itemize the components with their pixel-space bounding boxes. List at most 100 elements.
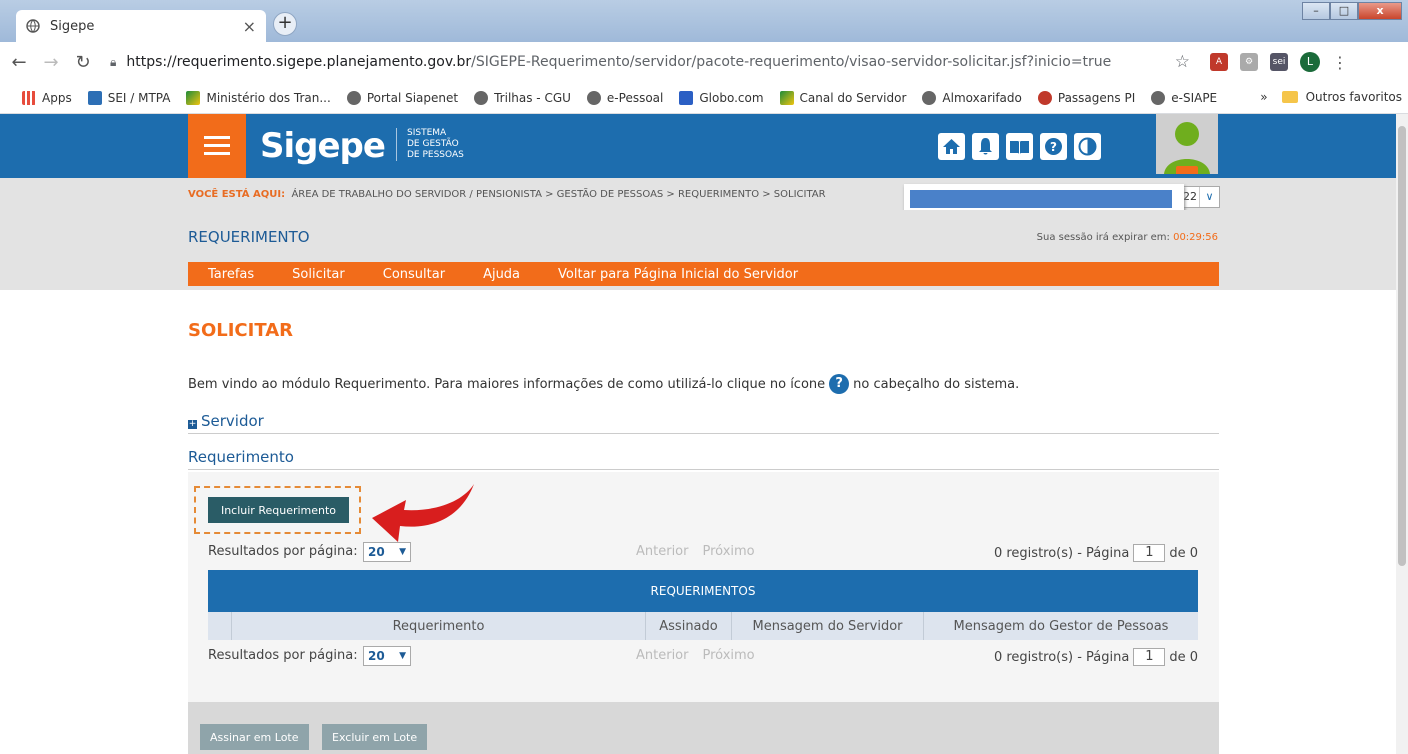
breadcrumb-path: ÁREA DE TRABALHO DO SERVIDOR / PENSIONIS…	[291, 189, 826, 200]
table-caption: REQUERIMENTOS	[208, 570, 1198, 612]
help-icon[interactable]: ?	[1040, 133, 1067, 160]
next-link[interactable]: Próximo	[702, 648, 754, 663]
bookmark-esiape[interactable]: e-SIAPE	[1151, 90, 1217, 105]
bookmark-passagens[interactable]: Passagens PI	[1037, 90, 1135, 105]
profile-select[interactable]: 22 ∨	[1180, 186, 1220, 208]
per-page-select[interactable]: 20 ▼	[363, 542, 411, 562]
new-tab-button[interactable]: +	[273, 12, 297, 36]
minimize-icon[interactable]: –	[1302, 2, 1330, 20]
menu-kebab-icon[interactable]: ⋮	[1332, 53, 1348, 72]
section-servidor[interactable]: + Servidor	[188, 412, 1219, 434]
settings-extension-icon[interactable]: ⚙	[1240, 53, 1258, 71]
include-button-highlight: Incluir Requerimento	[194, 486, 361, 534]
col-mensagem-servidor[interactable]: Mensagem do Servidor	[732, 612, 924, 640]
menu-solicitar[interactable]: Solicitar	[292, 267, 345, 282]
session-time: 00:29:56	[1173, 232, 1218, 243]
maximize-icon[interactable]: □	[1330, 2, 1358, 20]
bookmark-ministerio[interactable]: Ministério dos Tran...	[186, 90, 331, 105]
requerimento-panel: Incluir Requerimento Resultados por pági…	[188, 472, 1219, 702]
batch-actions-bar: Assinar em Lote Excluir em Lote	[188, 702, 1219, 754]
select-column[interactable]	[208, 612, 232, 640]
profile-avatar-icon[interactable]: L	[1300, 52, 1320, 72]
dropdown-triangle-icon: ▼	[399, 547, 406, 557]
module-title: REQUERIMENTO	[188, 228, 310, 246]
browser-tab[interactable]: Sigepe ×	[16, 10, 266, 42]
hamburger-menu-icon[interactable]	[188, 114, 246, 178]
reload-icon[interactable]: ↻	[70, 52, 96, 73]
module-header: REQUERIMENTO Sua sessão irá expirar em: …	[0, 210, 1396, 290]
forward-arrow-icon[interactable]: →	[38, 52, 64, 73]
pdf-extension-icon[interactable]: A	[1210, 53, 1228, 71]
url-host: https://requerimento.sigepe.planejamento…	[126, 54, 472, 70]
menu-voltar[interactable]: Voltar para Página Inicial do Servidor	[558, 267, 798, 282]
main-content: SOLICITAR Bem vindo ao módulo Requerimen…	[188, 290, 1219, 754]
g-logo-icon	[679, 90, 694, 105]
pager-top: Resultados por página: 20 ▼ Anterior Próxi…	[208, 542, 1198, 562]
excluir-em-lote-button[interactable]: Excluir em Lote	[322, 724, 428, 750]
menu-consultar[interactable]: Consultar	[383, 267, 445, 282]
bookmarks-bar: Apps SEI / MTPA Ministério dos Tran... P…	[0, 82, 1408, 114]
chevron-down-icon[interactable]	[1176, 166, 1198, 174]
dropdown-triangle-icon: ▼	[399, 651, 406, 661]
scrollbar-thumb[interactable]	[1398, 126, 1406, 566]
pager-bottom: Resultados por página: 20 ▼ Anterior Próxi…	[208, 646, 1198, 666]
table-header-row: Requerimento Assinado Mensagem do Servid…	[208, 612, 1198, 640]
address-bar[interactable]: 🔒︎ https://requerimento.sigepe.planejame…	[110, 47, 1190, 77]
globe-icon	[922, 90, 937, 105]
extensions: A ⚙ sei L ⋮	[1210, 52, 1348, 72]
bookmark-almoxarifado[interactable]: Almoxarifado	[922, 90, 1022, 105]
col-mensagem-gestor[interactable]: Mensagem do Gestor de Pessoas	[924, 612, 1198, 640]
book-icon[interactable]	[1006, 133, 1033, 160]
prev-link[interactable]: Anterior	[636, 648, 688, 663]
back-arrow-icon[interactable]: ←	[6, 52, 32, 73]
chevron-down-icon[interactable]: ∨	[1199, 187, 1219, 207]
bell-icon[interactable]	[972, 133, 999, 160]
bookmark-globo[interactable]: Globo.com	[679, 90, 764, 105]
bookmark-epessoal[interactable]: e-Pessoal	[586, 90, 663, 105]
bookmark-apps[interactable]: Apps	[22, 90, 72, 105]
close-window-icon[interactable]: x	[1358, 2, 1402, 20]
more-bookmarks-chevron[interactable]: »	[1260, 90, 1267, 104]
logo-subtitle: SISTEMA DE GESTÃO DE PESSOAS	[396, 128, 464, 161]
bookmarks-right: » Outros favoritos	[1260, 90, 1402, 104]
expand-plus-icon[interactable]: +	[188, 420, 197, 429]
page-title: SOLICITAR	[188, 320, 294, 341]
bookmark-sei[interactable]: SEI / MTPA	[87, 90, 170, 105]
per-page-select[interactable]: 20 ▼	[363, 646, 411, 666]
bookmark-siapenet[interactable]: Portal Siapenet	[346, 90, 458, 105]
col-assinado[interactable]: Assinado	[646, 612, 732, 640]
page-input[interactable]: 1	[1133, 544, 1166, 562]
folder-icon	[1281, 91, 1298, 103]
session-timer: Sua sessão irá expirar em: 00:29:56	[1036, 232, 1218, 243]
bookmark-trilhas[interactable]: Trilhas - CGU	[474, 90, 571, 105]
next-link[interactable]: Próximo	[702, 544, 754, 559]
home-icon[interactable]	[938, 133, 965, 160]
user-avatar[interactable]	[1156, 114, 1218, 174]
bookmark-canal[interactable]: Canal do Servidor	[779, 90, 906, 105]
globe-icon	[346, 90, 361, 105]
prev-link[interactable]: Anterior	[636, 544, 688, 559]
breadcrumb-prefix: VOCÊ ESTÁ AQUI:	[188, 189, 286, 200]
col-requerimento[interactable]: Requerimento	[232, 612, 646, 640]
globe-icon	[474, 90, 489, 105]
sei-extension-icon[interactable]: sei	[1270, 53, 1288, 71]
menu-tarefas[interactable]: Tarefas	[208, 267, 254, 282]
incluir-requerimento-button[interactable]: Incluir Requerimento	[208, 497, 349, 523]
requerimentos-table: REQUERIMENTOS Requerimento Assinado Mens…	[208, 570, 1198, 640]
close-tab-icon[interactable]: ×	[243, 17, 256, 36]
intro-text: Bem vindo ao módulo Requerimento. Para m…	[188, 374, 1019, 394]
assinar-em-lote-button[interactable]: Assinar em Lote	[200, 724, 309, 750]
header-icons: ?	[938, 133, 1101, 160]
contrast-icon[interactable]	[1074, 133, 1101, 160]
section-requerimento: Requerimento	[188, 448, 1219, 470]
page-input[interactable]: 1	[1133, 648, 1166, 666]
bookmark-star-icon[interactable]: ☆	[1175, 52, 1190, 72]
other-bookmarks[interactable]: Outros favoritos	[1306, 90, 1402, 104]
module-menu: Tarefas Solicitar Consultar Ajuda Voltar…	[188, 262, 1219, 286]
tab-title: Sigepe	[50, 18, 95, 34]
help-icon[interactable]: ?	[829, 374, 850, 394]
site-header: Sigepe SISTEMA DE GESTÃO DE PESSOAS ?	[0, 114, 1396, 178]
lock-icon: 🔒︎	[110, 54, 117, 69]
page-scrollbar[interactable]	[1396, 114, 1408, 754]
menu-ajuda[interactable]: Ajuda	[483, 267, 520, 282]
